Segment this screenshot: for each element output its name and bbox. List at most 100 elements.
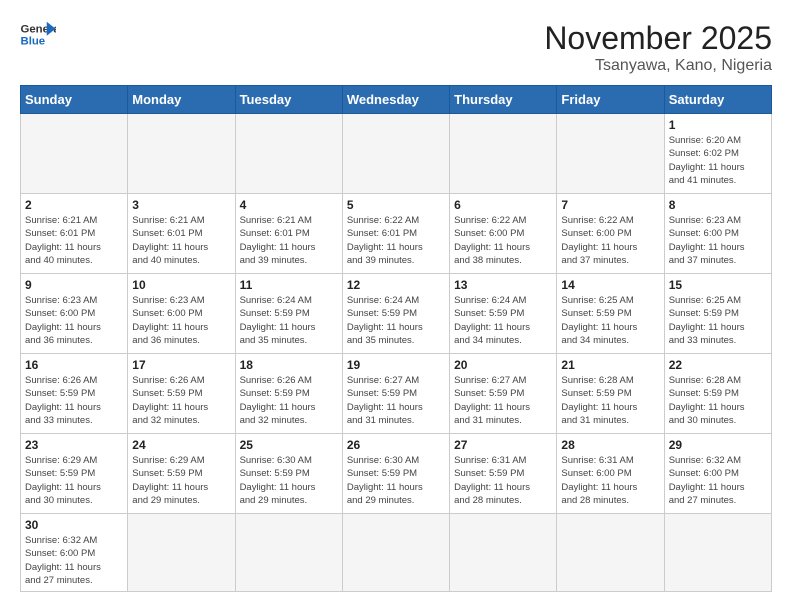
day-number: 1 <box>669 118 767 132</box>
calendar-cell: 12 Sunrise: 6:24 AM Sunset: 5:59 PM Dayli… <box>342 274 449 354</box>
week-row-6: 30 Sunrise: 6:32 AM Sunset: 6:00 PM Dayli… <box>21 514 772 592</box>
day-number: 17 <box>132 358 230 372</box>
day-number: 2 <box>25 198 123 212</box>
day-number: 3 <box>132 198 230 212</box>
calendar-cell <box>235 114 342 194</box>
cell-info: Sunrise: 6:21 AM Sunset: 6:01 PM Dayligh… <box>25 214 123 267</box>
day-number: 28 <box>561 438 659 452</box>
cell-info: Sunrise: 6:24 AM Sunset: 5:59 PM Dayligh… <box>454 294 552 347</box>
cell-info: Sunrise: 6:29 AM Sunset: 5:59 PM Dayligh… <box>132 454 230 507</box>
cell-info: Sunrise: 6:28 AM Sunset: 5:59 PM Dayligh… <box>561 374 659 427</box>
calendar-cell <box>557 114 664 194</box>
header-row: SundayMondayTuesdayWednesdayThursdayFrid… <box>21 86 772 114</box>
calendar-cell: 16Sunrise: 6:26 AM Sunset: 5:59 PM Dayli… <box>21 354 128 434</box>
calendar-cell: 14 Sunrise: 6:25 AM Sunset: 5:59 PM Dayli… <box>557 274 664 354</box>
cell-info: Sunrise: 6:21 AM Sunset: 6:01 PM Dayligh… <box>132 214 230 267</box>
day-number: 14 <box>561 278 659 292</box>
day-number: 30 <box>25 518 123 532</box>
calendar-cell <box>342 114 449 194</box>
calendar-cell: 27 Sunrise: 6:31 AM Sunset: 5:59 PM Dayli… <box>450 434 557 514</box>
day-header-thursday: Thursday <box>450 86 557 114</box>
day-number: 27 <box>454 438 552 452</box>
calendar-cell: 2 Sunrise: 6:21 AM Sunset: 6:01 PM Daylig… <box>21 194 128 274</box>
calendar-cell: 10 Sunrise: 6:23 AM Sunset: 6:00 PM Dayli… <box>128 274 235 354</box>
day-number: 5 <box>347 198 445 212</box>
day-number: 19 <box>347 358 445 372</box>
day-number: 12 <box>347 278 445 292</box>
cell-info: Sunrise: 6:23 AM Sunset: 6:00 PM Dayligh… <box>25 294 123 347</box>
calendar-cell <box>128 114 235 194</box>
calendar-cell: 24 Sunrise: 6:29 AM Sunset: 5:59 PM Dayli… <box>128 434 235 514</box>
cell-info: Sunrise: 6:31 AM Sunset: 5:59 PM Dayligh… <box>454 454 552 507</box>
cell-info: Sunrise: 6:22 AM Sunset: 6:00 PM Dayligh… <box>561 214 659 267</box>
day-number: 7 <box>561 198 659 212</box>
day-number: 6 <box>454 198 552 212</box>
cell-info: Sunrise: 6:25 AM Sunset: 5:59 PM Dayligh… <box>669 294 767 347</box>
cell-info: Sunrise: 6:25 AM Sunset: 5:59 PM Dayligh… <box>561 294 659 347</box>
calendar-cell: 29Sunrise: 6:32 AM Sunset: 6:00 PM Dayli… <box>664 434 771 514</box>
calendar-cell: 4 Sunrise: 6:21 AM Sunset: 6:01 PM Daylig… <box>235 194 342 274</box>
day-header-sunday: Sunday <box>21 86 128 114</box>
cell-info: Sunrise: 6:29 AM Sunset: 5:59 PM Dayligh… <box>25 454 123 507</box>
svg-text:Blue: Blue <box>21 36 46 48</box>
cell-info: Sunrise: 6:32 AM Sunset: 6:00 PM Dayligh… <box>25 534 123 587</box>
day-number: 21 <box>561 358 659 372</box>
calendar-cell: 26Sunrise: 6:30 AM Sunset: 5:59 PM Dayli… <box>342 434 449 514</box>
calendar-cell: 3 Sunrise: 6:21 AM Sunset: 6:01 PM Daylig… <box>128 194 235 274</box>
calendar-cell: 11Sunrise: 6:24 AM Sunset: 5:59 PM Dayli… <box>235 274 342 354</box>
week-row-2: 2 Sunrise: 6:21 AM Sunset: 6:01 PM Daylig… <box>21 194 772 274</box>
cell-info: Sunrise: 6:21 AM Sunset: 6:01 PM Dayligh… <box>240 214 338 267</box>
calendar-cell: 22 Sunrise: 6:28 AM Sunset: 5:59 PM Dayli… <box>664 354 771 434</box>
calendar-cell: 13 Sunrise: 6:24 AM Sunset: 5:59 PM Dayli… <box>450 274 557 354</box>
calendar-cell: 1Sunrise: 6:20 AM Sunset: 6:02 PM Daylig… <box>664 114 771 194</box>
logo-icon: General Blue <box>20 20 56 48</box>
cell-info: Sunrise: 6:26 AM Sunset: 5:59 PM Dayligh… <box>240 374 338 427</box>
cell-info: Sunrise: 6:22 AM Sunset: 6:01 PM Dayligh… <box>347 214 445 267</box>
calendar-cell: 19 Sunrise: 6:27 AM Sunset: 5:59 PM Dayli… <box>342 354 449 434</box>
calendar-cell <box>128 514 235 592</box>
day-number: 4 <box>240 198 338 212</box>
page-header: General Blue November 2025 Tsanyawa, Kan… <box>20 20 772 75</box>
cell-info: Sunrise: 6:26 AM Sunset: 5:59 PM Dayligh… <box>132 374 230 427</box>
calendar-cell: 8 Sunrise: 6:23 AM Sunset: 6:00 PM Daylig… <box>664 194 771 274</box>
cell-info: Sunrise: 6:24 AM Sunset: 5:59 PM Dayligh… <box>240 294 338 347</box>
calendar-cell: 21 Sunrise: 6:28 AM Sunset: 5:59 PM Dayli… <box>557 354 664 434</box>
cell-info: Sunrise: 6:27 AM Sunset: 5:59 PM Dayligh… <box>454 374 552 427</box>
day-number: 18 <box>240 358 338 372</box>
cell-info: Sunrise: 6:23 AM Sunset: 6:00 PM Dayligh… <box>132 294 230 347</box>
day-number: 8 <box>669 198 767 212</box>
cell-info: Sunrise: 6:23 AM Sunset: 6:00 PM Dayligh… <box>669 214 767 267</box>
calendar-cell: 28Sunrise: 6:31 AM Sunset: 6:00 PM Dayli… <box>557 434 664 514</box>
calendar-cell: 7 Sunrise: 6:22 AM Sunset: 6:00 PM Daylig… <box>557 194 664 274</box>
cell-info: Sunrise: 6:26 AM Sunset: 5:59 PM Dayligh… <box>25 374 123 427</box>
day-number: 25 <box>240 438 338 452</box>
day-number: 26 <box>347 438 445 452</box>
calendar-cell: 23Sunrise: 6:29 AM Sunset: 5:59 PM Dayli… <box>21 434 128 514</box>
calendar-table: SundayMondayTuesdayWednesdayThursdayFrid… <box>20 85 772 592</box>
calendar-cell: 18 Sunrise: 6:26 AM Sunset: 5:59 PM Dayli… <box>235 354 342 434</box>
calendar-subtitle: Tsanyawa, Kano, Nigeria <box>544 57 772 75</box>
day-number: 10 <box>132 278 230 292</box>
day-header-monday: Monday <box>128 86 235 114</box>
title-section: November 2025 Tsanyawa, Kano, Nigeria <box>544 20 772 75</box>
day-number: 24 <box>132 438 230 452</box>
day-number: 20 <box>454 358 552 372</box>
day-number: 13 <box>454 278 552 292</box>
calendar-cell: 17 Sunrise: 6:26 AM Sunset: 5:59 PM Dayli… <box>128 354 235 434</box>
day-header-saturday: Saturday <box>664 86 771 114</box>
calendar-cell: 6Sunrise: 6:22 AM Sunset: 6:00 PM Daylig… <box>450 194 557 274</box>
calendar-title: November 2025 <box>544 20 772 57</box>
cell-info: Sunrise: 6:28 AM Sunset: 5:59 PM Dayligh… <box>669 374 767 427</box>
day-number: 15 <box>669 278 767 292</box>
calendar-cell: 20 Sunrise: 6:27 AM Sunset: 5:59 PM Dayli… <box>450 354 557 434</box>
cell-info: Sunrise: 6:24 AM Sunset: 5:59 PM Dayligh… <box>347 294 445 347</box>
week-row-1: 1Sunrise: 6:20 AM Sunset: 6:02 PM Daylig… <box>21 114 772 194</box>
calendar-cell <box>342 514 449 592</box>
logo: General Blue <box>20 20 56 48</box>
day-number: 22 <box>669 358 767 372</box>
week-row-4: 16Sunrise: 6:26 AM Sunset: 5:59 PM Dayli… <box>21 354 772 434</box>
calendar-cell: 25Sunrise: 6:30 AM Sunset: 5:59 PM Dayli… <box>235 434 342 514</box>
calendar-cell: 5 Sunrise: 6:22 AM Sunset: 6:01 PM Daylig… <box>342 194 449 274</box>
cell-info: Sunrise: 6:27 AM Sunset: 5:59 PM Dayligh… <box>347 374 445 427</box>
cell-info: Sunrise: 6:32 AM Sunset: 6:00 PM Dayligh… <box>669 454 767 507</box>
